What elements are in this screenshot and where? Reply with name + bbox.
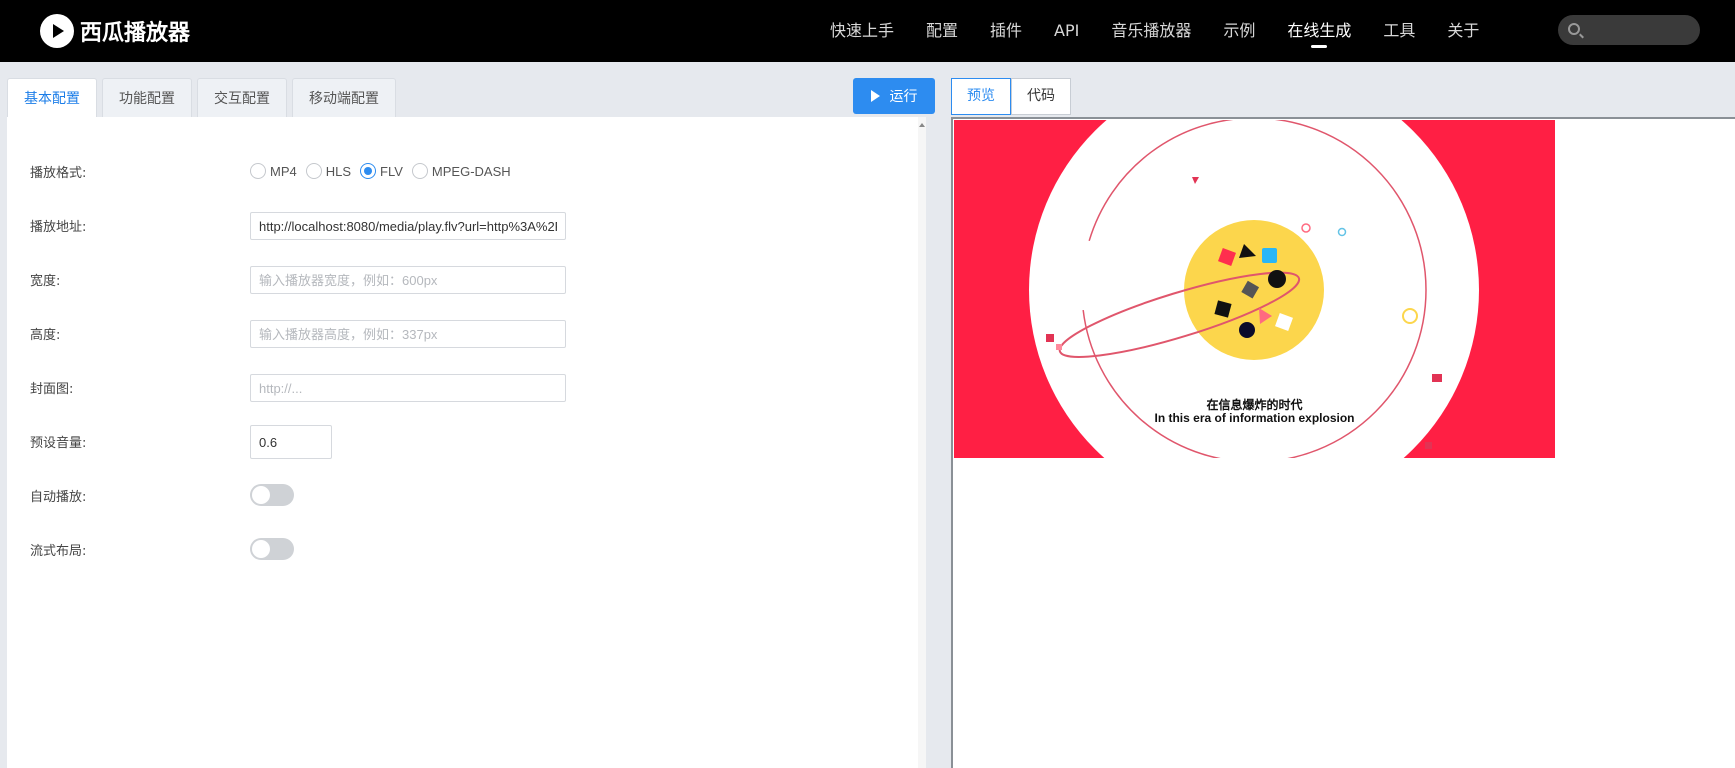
fluid-label: 流式布局: — [30, 543, 87, 559]
format-radio-group: MP4 HLS FLV MPEG-DASH — [250, 156, 520, 186]
video-caption-en: In this era of information explosion — [1154, 411, 1355, 425]
width-row: 宽度: — [30, 264, 910, 294]
tab-feature-config[interactable]: 功能配置 — [102, 78, 192, 117]
url-label: 播放地址: — [30, 219, 87, 235]
brand-name: 西瓜播放器 — [80, 21, 191, 46]
preview-tabs: 预览 代码 — [951, 78, 1071, 115]
search-icon — [1568, 23, 1580, 35]
radio-icon — [305, 163, 322, 179]
nav-item-about[interactable]: 关于 — [1447, 0, 1479, 62]
tab-code[interactable]: 代码 — [1011, 78, 1071, 115]
volume-input[interactable] — [250, 425, 332, 459]
height-input[interactable] — [250, 320, 566, 348]
autoplay-row: 自动播放: — [30, 480, 910, 510]
poster-row: 封面图: — [30, 372, 910, 402]
format-row: 播放格式: MP4 HLS FLV MPEG-DASH — [30, 156, 910, 186]
format-option-hls[interactable]: HLS — [305, 163, 352, 179]
poster-input[interactable] — [250, 374, 566, 402]
tab-preview[interactable]: 预览 — [951, 78, 1011, 115]
nav-item-config[interactable]: 配置 — [926, 0, 958, 62]
nav-item-quickstart[interactable]: 快速上手 — [830, 0, 894, 62]
autoplay-label: 自动播放: — [30, 489, 87, 505]
logo-icon — [40, 14, 74, 48]
play-icon — [870, 90, 880, 102]
preview-panel: 在信息爆炸的时代 In this era of information expl… — [951, 117, 1735, 768]
poster-label: 封面图: — [30, 381, 74, 397]
height-row: 高度: — [30, 318, 910, 348]
nav-item-examples[interactable]: 示例 — [1223, 0, 1255, 62]
scroll-up-icon[interactable] — [919, 123, 925, 127]
radio-icon — [411, 163, 428, 179]
search-input[interactable] — [1588, 15, 1692, 45]
format-option-label: MPEG-DASH — [431, 163, 511, 179]
height-label: 高度: — [30, 327, 61, 343]
format-option-label: FLV — [380, 163, 403, 179]
width-input[interactable] — [250, 266, 566, 294]
width-label: 宽度: — [30, 273, 61, 289]
url-input[interactable] — [250, 212, 566, 240]
video-caption: 在信息爆炸的时代 In this era of information expl… — [954, 399, 1555, 425]
main-nav: 快速上手 配置 插件 API 音乐播放器 示例 在线生成 工具 关于 — [830, 0, 1511, 62]
format-option-mpeg-dash[interactable]: MPEG-DASH — [411, 163, 511, 179]
format-option-label: MP4 — [270, 163, 297, 179]
format-label: 播放格式: — [30, 165, 87, 181]
top-navbar: 西瓜播放器 快速上手 配置 插件 API 音乐播放器 示例 在线生成 工具 关于 — [0, 0, 1735, 62]
radio-icon — [250, 163, 266, 179]
nav-item-music-player[interactable]: 音乐播放器 — [1111, 0, 1191, 62]
format-option-label: HLS — [325, 163, 352, 179]
volume-label: 预设音量: — [30, 435, 87, 451]
video-player[interactable]: 在信息爆炸的时代 In this era of information expl… — [954, 120, 1555, 458]
run-button-label: 运行 — [889, 89, 918, 105]
radio-checked-icon — [360, 163, 377, 179]
format-option-flv[interactable]: FLV — [360, 163, 403, 179]
nav-item-online-generate[interactable]: 在线生成 — [1287, 0, 1351, 62]
tab-mobile-config[interactable]: 移动端配置 — [292, 78, 396, 117]
format-option-mp4[interactable]: MP4 — [250, 163, 297, 179]
config-tabs: 基本配置 功能配置 交互配置 移动端配置 — [7, 78, 401, 117]
tab-basic-config[interactable]: 基本配置 — [7, 78, 97, 117]
nav-item-tools[interactable]: 工具 — [1383, 0, 1415, 62]
search-box[interactable] — [1558, 15, 1700, 45]
nav-item-api[interactable]: API — [1054, 0, 1079, 62]
fluid-toggle[interactable] — [250, 538, 294, 560]
fluid-row: 流式布局: — [30, 534, 910, 564]
run-button[interactable]: 运行 — [853, 78, 935, 114]
brand-logo[interactable]: 西瓜播放器 — [40, 14, 190, 48]
url-row: 播放地址: — [30, 210, 910, 240]
autoplay-toggle[interactable] — [250, 484, 294, 506]
config-form-panel: 播放格式: MP4 HLS FLV MPEG-DASH 播放地址: 宽度: — [7, 117, 918, 768]
config-scrollbar[interactable] — [918, 117, 926, 768]
tab-interaction-config[interactable]: 交互配置 — [197, 78, 287, 117]
volume-row: 预设音量: — [30, 425, 910, 459]
nav-item-plugins[interactable]: 插件 — [990, 0, 1022, 62]
